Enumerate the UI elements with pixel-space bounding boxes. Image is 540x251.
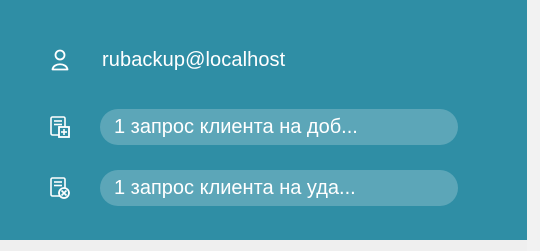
notification-add-request[interactable]: 1 запрос клиента на доб... bbox=[0, 107, 527, 147]
document-remove-icon bbox=[48, 176, 72, 200]
notification-add-label[interactable]: 1 запрос клиента на доб... bbox=[100, 109, 458, 145]
user-icon bbox=[48, 48, 72, 72]
status-panel: rubackup@localhost 1 запрос клиента на д… bbox=[0, 0, 527, 240]
scrollbar-track[interactable] bbox=[527, 0, 540, 251]
document-add-icon bbox=[48, 115, 72, 139]
bottom-divider bbox=[0, 240, 527, 251]
user-name-label: rubackup@localhost bbox=[102, 48, 286, 71]
notification-remove-label[interactable]: 1 запрос клиента на уда... bbox=[100, 170, 458, 206]
notification-remove-request[interactable]: 1 запрос клиента на уда... bbox=[0, 168, 527, 208]
user-row[interactable]: rubackup@localhost bbox=[0, 40, 527, 80]
